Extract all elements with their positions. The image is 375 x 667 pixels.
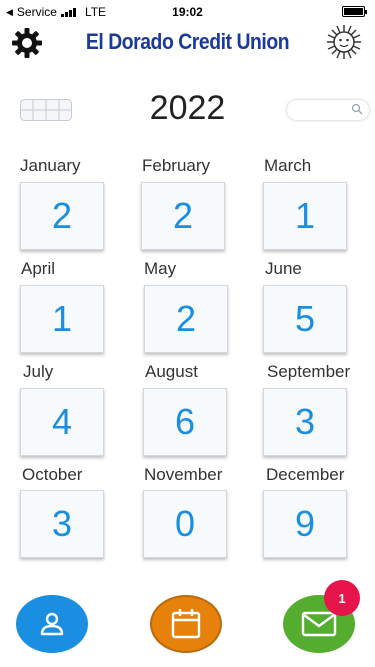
month-label-june: June bbox=[265, 259, 302, 278]
month-box-april[interactable]: 1 bbox=[20, 285, 104, 353]
user-icon bbox=[40, 612, 64, 636]
month-label-march: March bbox=[264, 156, 312, 175]
month-box-august[interactable]: 6 bbox=[143, 388, 227, 456]
status-bar: ◀ Service LTE 19:02 bbox=[0, 0, 375, 22]
month-label-july: July bbox=[23, 362, 54, 381]
month-box-november[interactable]: 0 bbox=[143, 490, 227, 558]
app-title: El Dorado Credit Union bbox=[85, 29, 290, 54]
month-box-january[interactable]: 2 bbox=[20, 182, 104, 250]
month-label-november: November bbox=[144, 465, 223, 484]
month-label-january: January bbox=[20, 156, 81, 175]
status-time: 19:02 bbox=[172, 5, 203, 19]
calendar-icon bbox=[171, 609, 201, 639]
sun-logo-icon bbox=[327, 25, 361, 59]
profile-button[interactable] bbox=[16, 595, 88, 653]
search-icon[interactable] bbox=[351, 103, 363, 115]
month-box-october[interactable]: 3 bbox=[20, 490, 104, 558]
month-box-june[interactable]: 5 bbox=[263, 285, 347, 353]
month-box-december[interactable]: 9 bbox=[263, 490, 347, 558]
month-label-april: April bbox=[21, 259, 56, 278]
month-box-may[interactable]: 2 bbox=[144, 285, 228, 353]
month-label-october: October bbox=[22, 465, 83, 484]
calendar-button[interactable] bbox=[150, 595, 222, 653]
mail-badge: 1 bbox=[324, 580, 360, 616]
month-label-august: August bbox=[145, 362, 198, 381]
month-box-september[interactable]: 3 bbox=[263, 388, 347, 456]
search-input[interactable] bbox=[287, 100, 369, 120]
mail-icon bbox=[301, 611, 337, 637]
month-box-july[interactable]: 4 bbox=[20, 388, 104, 456]
battery-icon bbox=[342, 6, 367, 17]
month-label-december: December bbox=[266, 465, 345, 484]
month-label-september: September bbox=[267, 362, 351, 381]
month-box-march[interactable]: 1 bbox=[263, 182, 347, 250]
month-label-february: February bbox=[142, 156, 211, 175]
month-label-may: May bbox=[144, 259, 177, 278]
header: El Dorado Credit Union bbox=[0, 24, 375, 64]
month-box-february[interactable]: 2 bbox=[141, 182, 225, 250]
